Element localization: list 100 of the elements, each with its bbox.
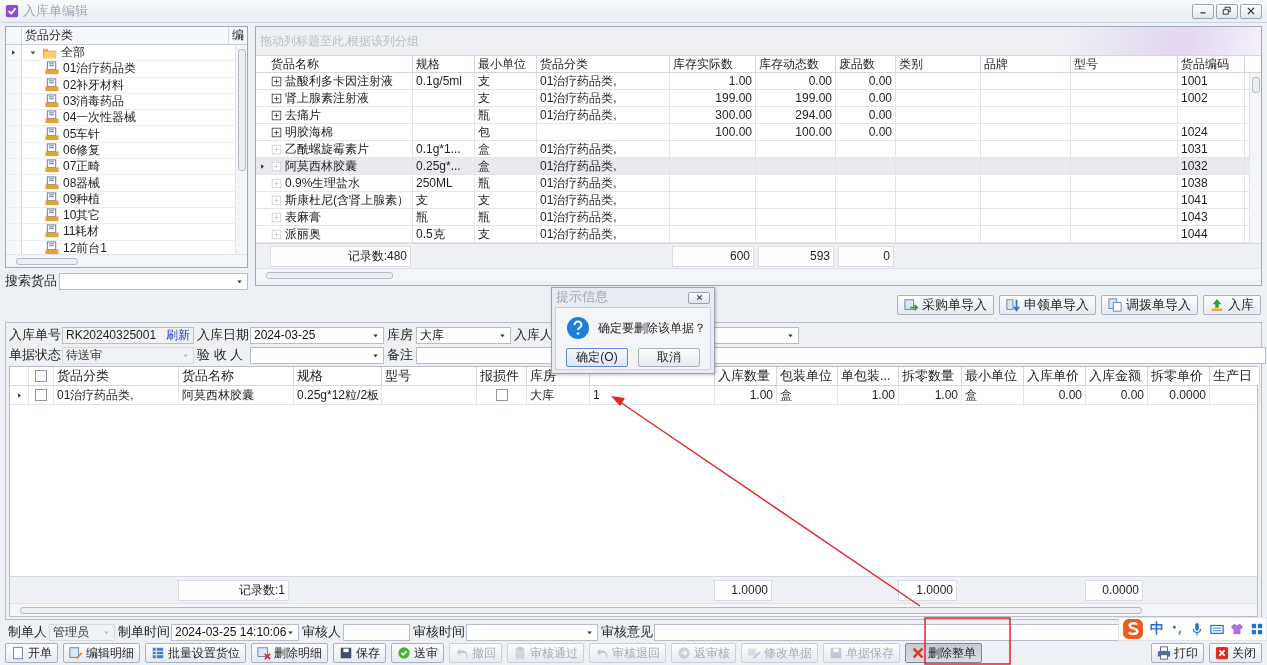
- horizontal-scrollbar[interactable]: [10, 603, 1257, 616]
- column-header[interactable]: 货品名称: [179, 367, 294, 385]
- column-header[interactable]: 入库金额: [1086, 367, 1148, 385]
- import-button[interactable]: 调拨单导入: [1101, 295, 1198, 315]
- column-header[interactable]: 库存动态数: [756, 56, 836, 72]
- dropdown-field[interactable]: 2024-03-25: [250, 326, 384, 344]
- import-sheet-icon: [904, 298, 918, 312]
- dropdown-field[interactable]: 大库: [416, 326, 511, 344]
- expand-plus-icon: [271, 143, 282, 155]
- dropdown-field[interactable]: [466, 623, 598, 641]
- tree-node[interactable]: 全部: [22, 45, 235, 61]
- input-mode-toggle[interactable]: 中: [1150, 620, 1164, 638]
- table-row[interactable]: 肾上腺素注射液 支 01治疗药品类, 199.00 199.00 0.00 1002: [256, 90, 1249, 107]
- vertical-scrollbar[interactable]: [235, 45, 247, 254]
- select-all-checkbox[interactable]: [35, 370, 47, 382]
- table-row[interactable]: 盐酸利多卡因注射液 0.1g/5ml 支 01治疗药品类, 1.00 0.00 0.00 1001: [256, 73, 1249, 90]
- column-header[interactable]: 拆零数量: [899, 367, 962, 385]
- column-header[interactable]: 型号: [382, 367, 477, 385]
- column-header[interactable]: 品牌: [981, 56, 1071, 72]
- close-button[interactable]: [688, 291, 710, 304]
- tree-node[interactable]: 01治疗药品类: [22, 61, 235, 77]
- row-checkbox[interactable]: [35, 389, 47, 401]
- table-row[interactable]: 01治疗药品类, 阿莫西林胶囊 0.25g*12粒/2板 大库 1 1.00 盒 1.00 1.00 盒 0.00 0.00 0.0000: [10, 386, 1257, 405]
- column-header[interactable]: 货品名称: [268, 56, 413, 72]
- table-row[interactable]: 去痛片 瓶 01治疗药品类, 300.00 294.00 0.00: [256, 107, 1249, 124]
- column-header[interactable]: 货品分类: [537, 56, 670, 72]
- table-row[interactable]: 0.9%生理盐水 250ML 瓶 01治疗药品类, 1038: [256, 175, 1249, 192]
- column-header[interactable]: 报损件: [477, 367, 527, 385]
- tree-node[interactable]: 07正畸: [22, 159, 235, 175]
- tree-node[interactable]: 03消毒药品: [22, 93, 235, 110]
- column-header[interactable]: 最小单位: [475, 56, 537, 72]
- table-row[interactable]: 明胶海棉 包 100.00 100.00 0.00 1024: [256, 124, 1249, 141]
- column-header[interactable]: 入库数量: [715, 367, 777, 385]
- table-cell: 199.00: [670, 90, 756, 106]
- column-header[interactable]: 规格: [294, 367, 382, 385]
- horizontal-scrollbar[interactable]: [256, 268, 1261, 281]
- column-header[interactable]: 货品分类: [54, 367, 179, 385]
- table-cell: 100.00: [670, 124, 756, 140]
- import-button[interactable]: 申领单导入: [999, 295, 1096, 315]
- table-cell: 1002: [1178, 90, 1245, 106]
- restore-button[interactable]: [1216, 3, 1238, 19]
- refresh-link[interactable]: 刷新: [166, 326, 190, 344]
- column-header[interactable]: 编: [229, 27, 247, 44]
- column-header[interactable]: 生产日: [1210, 367, 1260, 385]
- search-field[interactable]: [59, 272, 248, 290]
- column-header[interactable]: 包装单位: [777, 367, 838, 385]
- close-icon: [1215, 646, 1229, 660]
- import-button[interactable]: 入库: [1203, 295, 1261, 315]
- tree-node[interactable]: 10其它: [22, 207, 235, 224]
- table-row[interactable]: 乙酰螺旋霉素片 0.1g*1... 盒 01治疗药品类, 1031: [256, 141, 1249, 158]
- column-header[interactable]: 入库单价: [1024, 367, 1086, 385]
- toolbar-button[interactable]: 编辑明细: [63, 643, 140, 663]
- table-row[interactable]: 派丽奥 0.5克 支 01治疗药品类, 1044: [256, 226, 1249, 243]
- column-header[interactable]: 类别: [896, 56, 981, 72]
- tree-node[interactable]: 09种植: [22, 191, 235, 207]
- dialog-button[interactable]: 取消: [638, 348, 700, 367]
- toolbar-button[interactable]: 送审: [391, 643, 444, 663]
- table-row[interactable]: 表麻膏 瓶 瓶 01治疗药品类, 1043: [256, 209, 1249, 226]
- text-field[interactable]: RK20240325001 刷新: [62, 326, 194, 344]
- toolbar-button[interactable]: 开单: [5, 643, 58, 663]
- toolbar-button[interactable]: 删除整单: [905, 643, 982, 663]
- dialog-button[interactable]: 确定(O): [566, 348, 628, 367]
- toolbar-button[interactable]: 关闭: [1209, 643, 1262, 663]
- table-cell: 01治疗药品类,: [537, 158, 670, 174]
- tree-node[interactable]: 05车针: [22, 126, 235, 142]
- dropdown-field[interactable]: [250, 346, 384, 364]
- tree-node[interactable]: 08器械: [22, 175, 235, 191]
- table-cell: 1043: [1178, 209, 1245, 225]
- column-header[interactable]: 货品编码: [1178, 56, 1245, 72]
- table-cell: 乙酰螺旋霉素片: [268, 141, 413, 157]
- tree-node[interactable]: 12前台1: [22, 240, 235, 254]
- tree-node[interactable]: 06修复: [22, 142, 235, 159]
- column-header[interactable]: 最小单位: [962, 367, 1024, 385]
- toolbar-button[interactable]: 保存: [333, 643, 386, 663]
- table-cell: 阿莫西林胶囊: [268, 158, 413, 174]
- tree-node[interactable]: 04一次性器械: [22, 110, 235, 126]
- column-header[interactable]: 库存实际数: [670, 56, 756, 72]
- text-field[interactable]: [343, 623, 410, 641]
- tree-node[interactable]: 02补牙材料: [22, 77, 235, 93]
- expand-plus-icon: [271, 75, 282, 87]
- column-header[interactable]: 废品数: [836, 56, 896, 72]
- table-row[interactable]: 阿莫西林胶囊 0.25g*... 盒 01治疗药品类, 1032: [256, 158, 1249, 175]
- column-header[interactable]: 型号: [1071, 56, 1178, 72]
- toolbar-button[interactable]: 删除明细: [251, 643, 328, 663]
- toolbar-button[interactable]: 批量设置货位: [145, 643, 246, 663]
- import-button[interactable]: 采购单导入: [897, 295, 994, 315]
- horizontal-scrollbar[interactable]: [6, 254, 247, 267]
- close-button[interactable]: [1240, 3, 1262, 19]
- tree-node[interactable]: 11耗材: [22, 224, 235, 240]
- column-header[interactable]: 单包装...: [838, 367, 899, 385]
- vertical-scrollbar[interactable]: [1249, 73, 1261, 243]
- minimize-button[interactable]: [1192, 3, 1214, 19]
- column-header[interactable]: 货品分类: [22, 27, 229, 44]
- dropdown-field[interactable]: 2024-03-25 14:10:06: [171, 623, 299, 641]
- toolbar-button[interactable]: 打印: [1151, 643, 1204, 663]
- column-header[interactable]: 规格: [413, 56, 475, 72]
- table-cell: 0.0000: [1148, 386, 1210, 404]
- table-row[interactable]: 斯康杜尼(含肾上腺素） 支 支 01治疗药品类, 1041: [256, 192, 1249, 209]
- damaged-checkbox[interactable]: [495, 389, 508, 401]
- column-header[interactable]: 拆零单价: [1148, 367, 1210, 385]
